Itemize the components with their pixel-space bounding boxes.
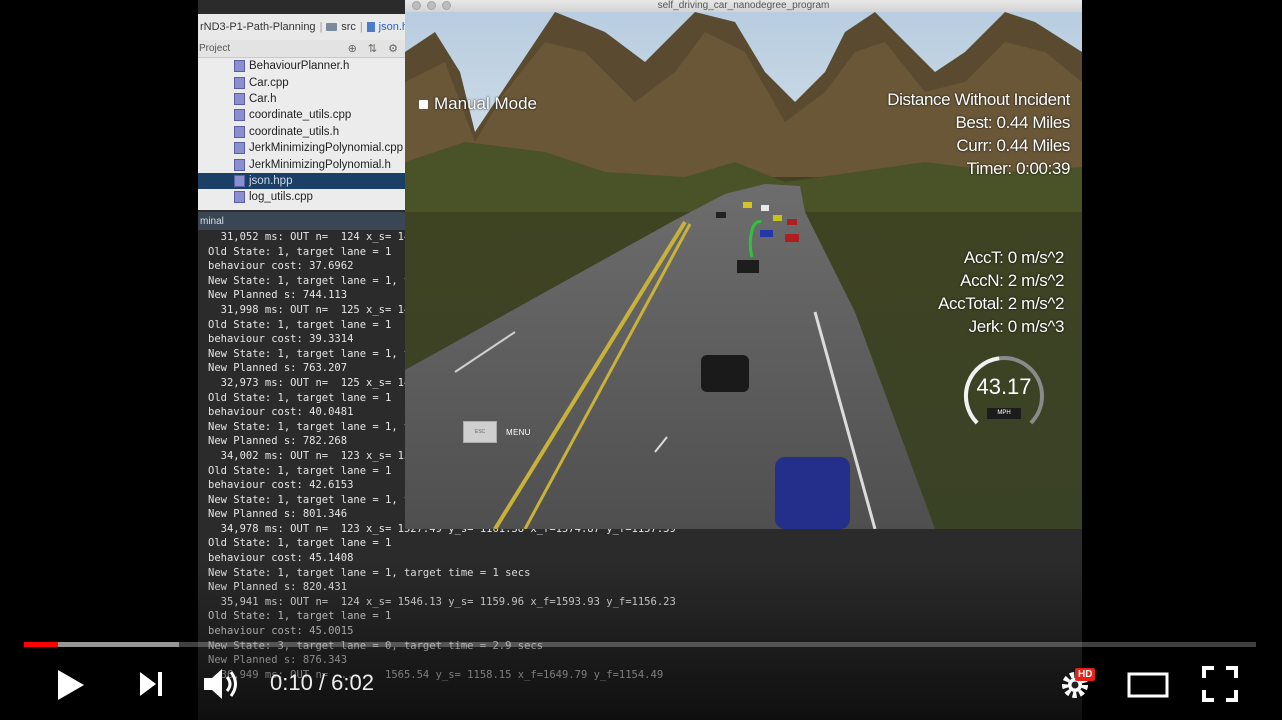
progress-bar[interactable] (24, 642, 1256, 647)
source-file-icon (234, 191, 245, 204)
fullscreen-icon[interactable] (1202, 666, 1238, 702)
file-tree-label: Car.cpp (249, 76, 289, 89)
speed-value: 43.17 (976, 374, 1032, 399)
file-tree-item[interactable]: coordinate_utils.cpp (198, 107, 408, 123)
breadcrumb-separator: | (359, 21, 363, 33)
source-file-icon (234, 142, 245, 155)
source-file-icon (234, 92, 245, 105)
file-tree-item[interactable]: Car.h (198, 91, 408, 107)
file-tree-item[interactable]: coordinate_utils.h (198, 124, 408, 140)
file-tree-item[interactable]: log_utils.cpp (198, 189, 408, 205)
mode-indicator[interactable]: Manual Mode (419, 94, 537, 114)
mode-label: Manual Mode (434, 94, 538, 113)
current-distance: Curr: 0.44 Miles (956, 136, 1070, 155)
video-frame[interactable]: rND3-P1-Path-Planning | src | json.h Pro… (0, 0, 1282, 720)
file-tree-label: log_utils.cpp (249, 191, 313, 204)
breadcrumb-separator: | (319, 21, 323, 33)
project-toolbar-icons[interactable]: ⊕ ⇅ ⚙ (348, 42, 402, 55)
terminal-line: Old State: 1, target lane = 1 (208, 537, 392, 550)
acc-n: AccN: 2 m/s^2 (960, 271, 1064, 290)
source-file-icon (234, 158, 245, 171)
breadcrumb-project[interactable]: rND3-P1-Path-Planning (200, 21, 316, 33)
esc-menu[interactable]: ESC MENU (463, 421, 531, 443)
file-tree-label: JerkMinimizingPolynomial.cpp (249, 142, 404, 155)
breadcrumb-file[interactable]: json.h (379, 21, 408, 33)
best-distance: Best: 0.44 Miles (955, 113, 1070, 132)
terminal-tab[interactable]: minal (198, 212, 408, 230)
file-tree-label: BehaviourPlanner.h (249, 60, 350, 73)
file-tree-item[interactable]: JerkMinimizingPolynomial.cpp (198, 140, 408, 156)
file-tree-label: coordinate_utils.h (249, 125, 340, 138)
theater-mode-icon[interactable] (1126, 670, 1170, 700)
file-tree-item[interactable]: JerkMinimizingPolynomial.h (198, 156, 408, 172)
play-icon[interactable] (56, 668, 86, 702)
source-file-icon (234, 109, 245, 122)
source-file-icon (234, 125, 245, 138)
progress-played (24, 642, 59, 647)
source-file-icon (234, 76, 245, 89)
volume-icon[interactable] (202, 666, 242, 702)
file-tree-label: json.hpp (249, 174, 293, 187)
speedometer: 43.17 MPH (959, 348, 1049, 443)
esc-key[interactable]: ESC (463, 421, 497, 443)
project-panel-header: Project ⊕ ⇅ ⚙ (198, 40, 408, 58)
distance-panel: Distance Without Incident Best: 0.44 Mil… (887, 88, 1070, 180)
file-tree-label: JerkMinimizingPolynomial.h (249, 158, 391, 171)
zoom-window-button[interactable] (442, 1, 451, 10)
breadcrumb-folder[interactable]: src (341, 21, 356, 33)
acc-t: AccT: 0 m/s^2 (963, 248, 1064, 267)
next-icon[interactable] (138, 670, 166, 698)
breadcrumb: rND3-P1-Path-Planning | src | json.h (198, 14, 408, 40)
close-window-button[interactable] (412, 1, 421, 10)
project-file-tree: BehaviourPlanner.h Car.cpp Car.h coordinate… (198, 58, 408, 210)
jerk: Jerk: 0 m/s^3 (968, 317, 1065, 336)
distance-title: Distance Without Incident (887, 90, 1070, 109)
project-label[interactable]: Project (199, 43, 230, 54)
file-tree-label: coordinate_utils.cpp (249, 109, 352, 122)
timer: Timer: 0:00:39 (966, 159, 1071, 178)
file-tree-label: Car.h (249, 92, 277, 105)
acceleration-panel: AccT: 0 m/s^2 AccN: 2 m/s^2 AccTotal: 2 … (938, 246, 1064, 338)
hd-badge: HD (1075, 668, 1096, 681)
acc-total: AccTotal: 2 m/s^2 (938, 294, 1064, 313)
file-tree-item[interactable]: json.hpp (198, 172, 408, 190)
file-icon (366, 22, 375, 32)
simulator-viewport[interactable]: Manual Mode Distance Without Incident Be… (405, 12, 1082, 529)
folder-icon (326, 23, 338, 31)
speed-unit: MPH (987, 408, 1021, 419)
simulator-window-title: self_driving_car_nanodegree_program (657, 0, 830, 11)
source-file-icon (234, 60, 245, 73)
time-display: 0:10 / 6:02 (270, 670, 374, 695)
file-tree-item[interactable]: BehaviourPlanner.h (198, 58, 408, 74)
menu-label[interactable]: MENU (506, 428, 531, 437)
minimize-window-button[interactable] (427, 1, 436, 10)
simulator-titlebar: self_driving_car_nanodegree_program (405, 0, 1082, 12)
source-file-icon (234, 174, 245, 187)
mode-checkbox[interactable] (419, 99, 428, 109)
file-tree-item[interactable]: Car.cpp (198, 74, 408, 90)
